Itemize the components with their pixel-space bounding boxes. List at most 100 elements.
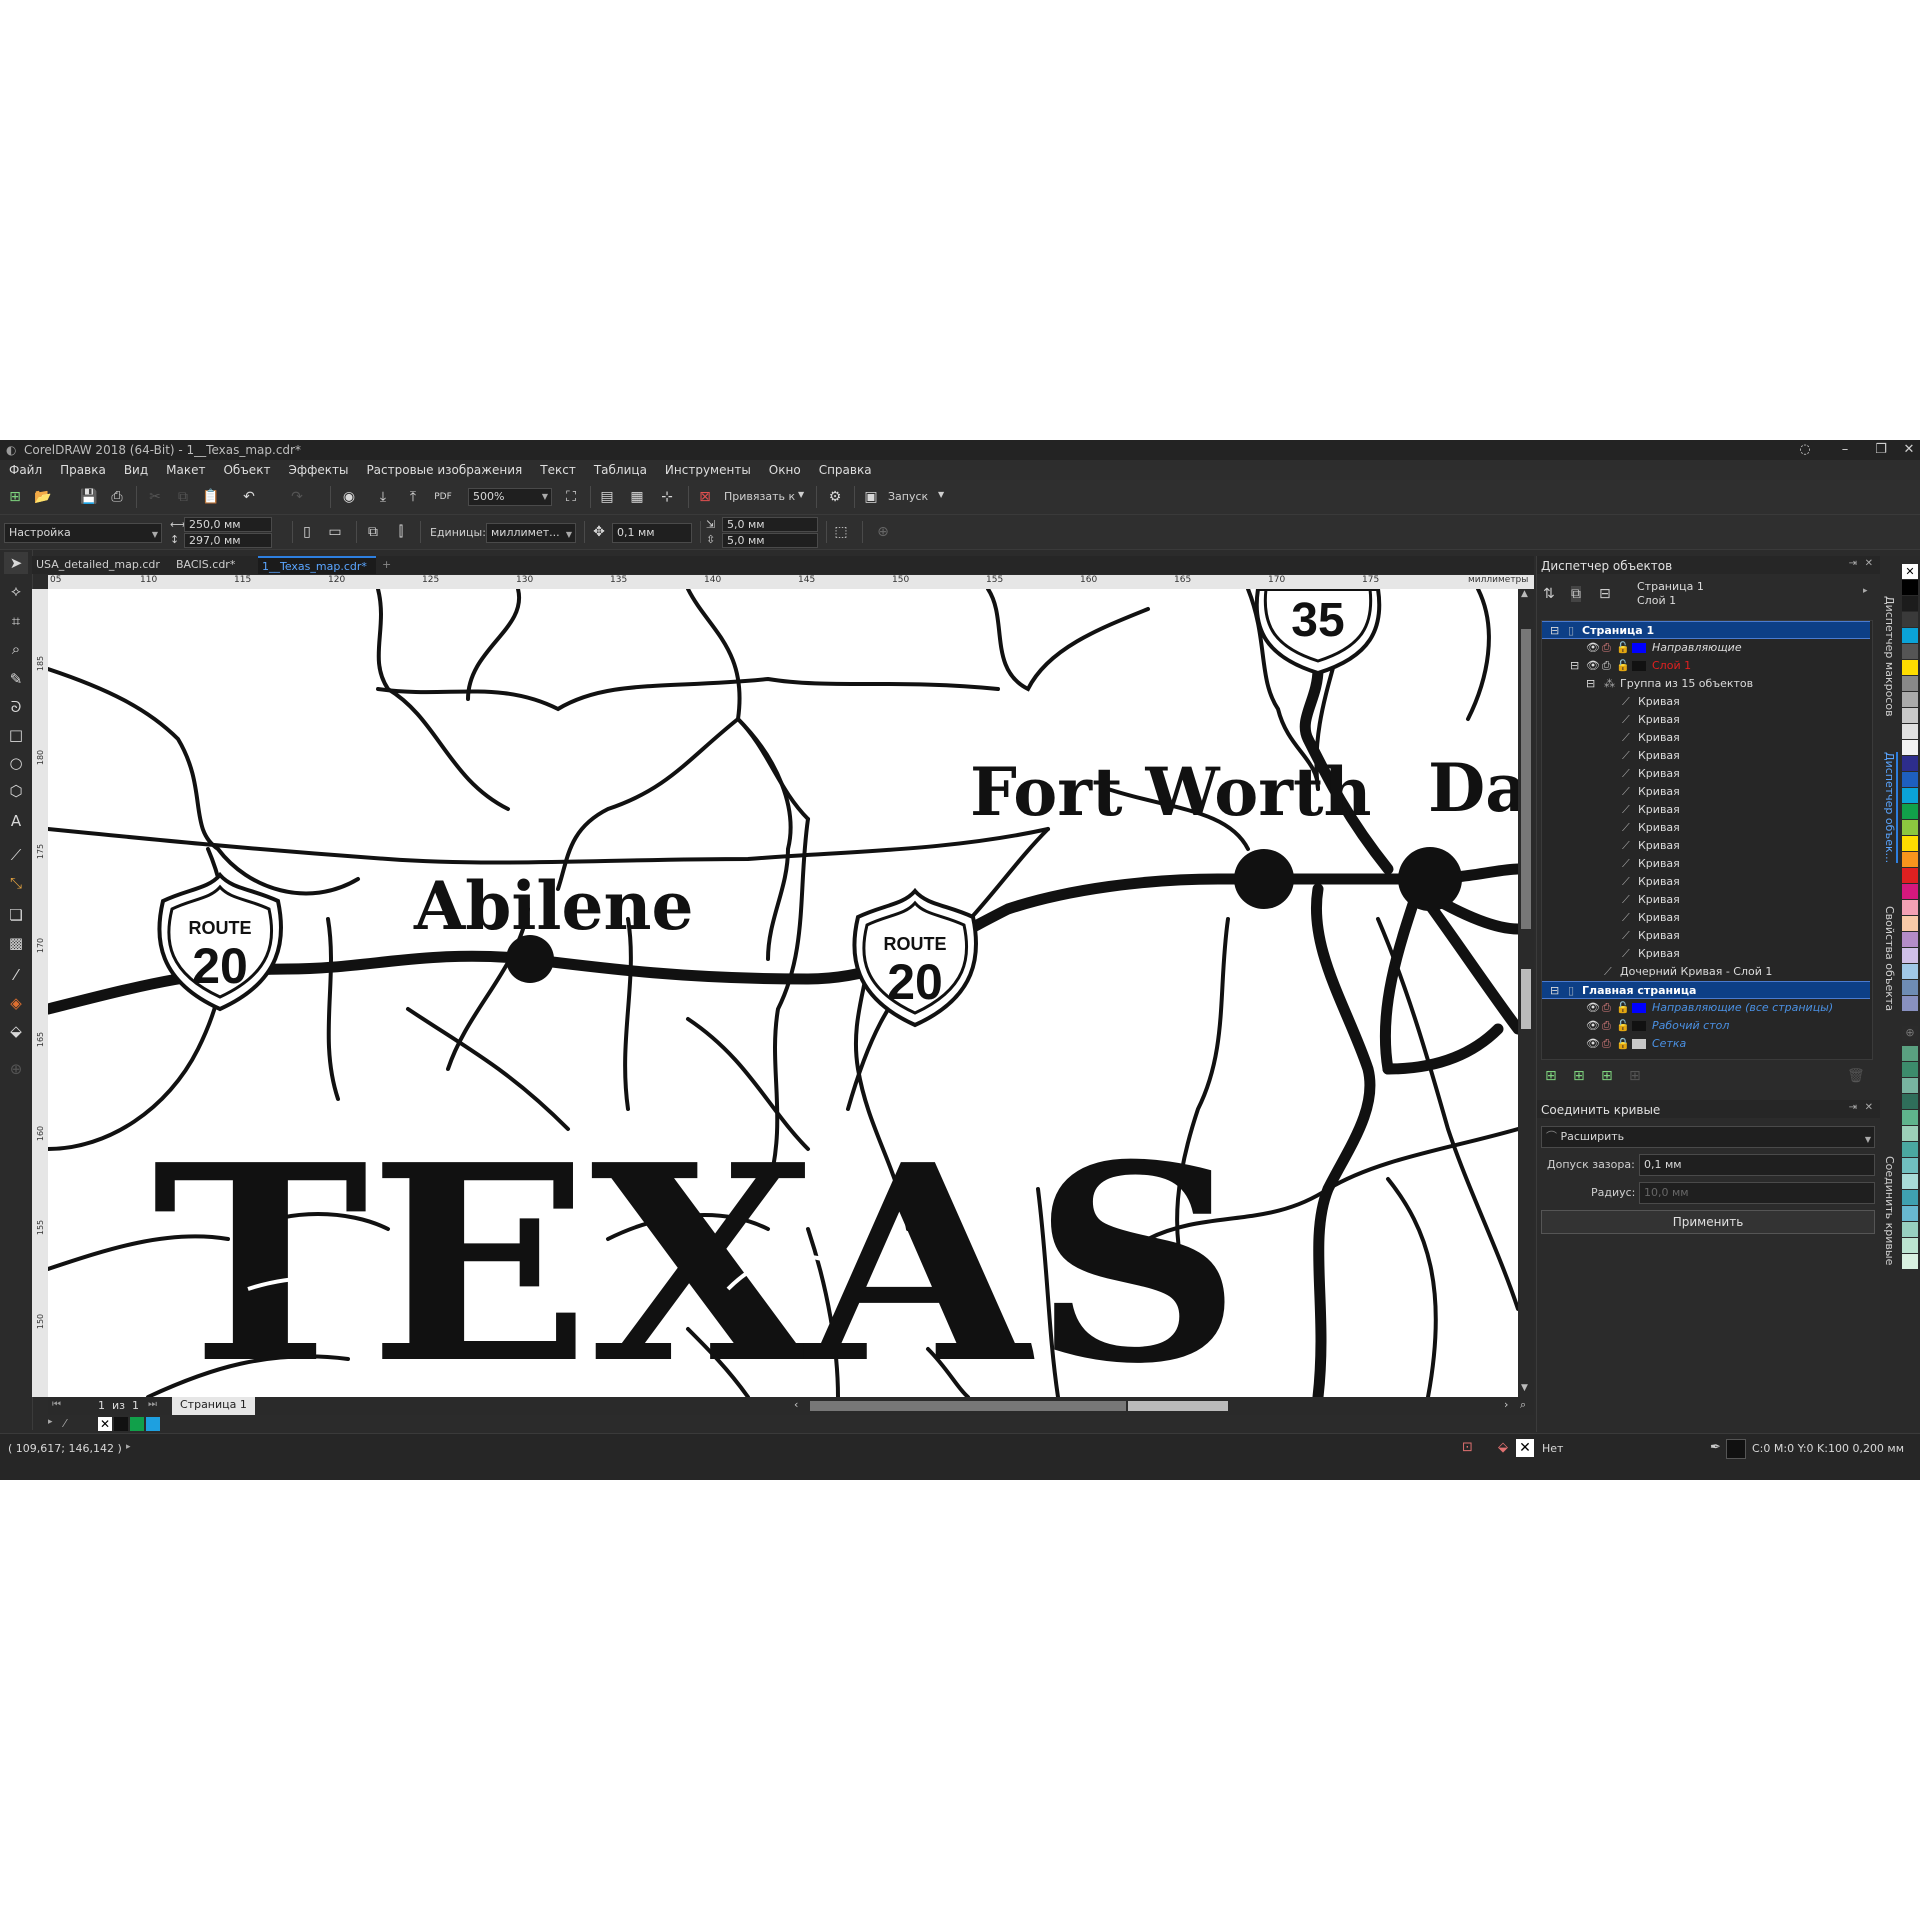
color-swatch[interactable] <box>1902 868 1918 883</box>
tree-row-layer-1[interactable]: ⊟ 👁 ⎙ 🔓 Слой 1 <box>1542 657 1870 675</box>
color-swatch[interactable] <box>1902 1046 1918 1061</box>
drop-shadow-icon[interactable]: ❏ <box>4 904 28 926</box>
color-swatch[interactable] <box>1902 804 1918 819</box>
no-color-swatch[interactable]: ✕ <box>1902 564 1918 579</box>
scroll-thumb-light[interactable] <box>1128 1401 1228 1411</box>
tree-row-curve[interactable]: ⟋ Кривая <box>1542 945 1870 963</box>
page-width-field[interactable]: 250,0 мм <box>184 517 272 532</box>
horizontal-ruler[interactable]: 05 110 115 120 125 130 135 140 145 150 1… <box>48 575 1534 590</box>
color-swatch[interactable] <box>1902 980 1918 995</box>
new-tab-icon[interactable]: + <box>378 556 396 574</box>
tab-macro-manager[interactable]: Диспетчер макросов <box>1883 596 1896 717</box>
snap-to-dropdown[interactable]: Привязать к <box>724 490 795 503</box>
open-icon[interactable]: 📂 <box>32 487 54 507</box>
collapse-box-icon[interactable]: ⊟ <box>1586 675 1595 693</box>
lock-icon[interactable]: 🔓 <box>1616 639 1630 657</box>
color-swatch[interactable] <box>1902 900 1918 915</box>
new-document-icon[interactable]: ⊞ <box>4 487 26 507</box>
menu-view[interactable]: Вид <box>115 460 157 477</box>
color-swatch[interactable] <box>1902 1062 1918 1077</box>
map-title-texas[interactable]: TEXAS <box>152 1105 1242 1397</box>
color-swatch[interactable] <box>1902 644 1918 659</box>
tab-object-properties[interactable]: Свойства объекта <box>1883 906 1896 1011</box>
tree-row-curve[interactable]: ⟋ Кривая <box>1542 693 1870 711</box>
printable-icon[interactable]: ⎙ <box>1602 657 1611 675</box>
visible-eye-icon[interactable]: 👁 <box>1586 639 1600 657</box>
guidelines-icon[interactable]: ⊹ <box>656 487 678 507</box>
collapse-box-icon[interactable]: ⊟ <box>1550 982 1559 1000</box>
collapse-box-icon[interactable]: ⊟ <box>1550 622 1559 640</box>
scroll-down-icon[interactable]: ▼ <box>1521 1383 1528 1393</box>
launch-dropdown[interactable]: Запуск <box>888 490 928 503</box>
duplicate-x-field[interactable]: 5,0 мм <box>722 517 818 532</box>
units-select[interactable]: миллимет... ▼ <box>486 523 576 543</box>
color-swatch[interactable] <box>1902 708 1918 723</box>
menu-text[interactable]: Текст <box>531 460 585 477</box>
tree-row-grid[interactable]: 👁 ⎙ 🔒 Сетка <box>1542 1035 1870 1053</box>
save-icon[interactable]: 💾 <box>78 487 100 507</box>
collapse-icon[interactable]: ⇥ <box>1849 1102 1857 1113</box>
color-swatch[interactable] <box>1902 836 1918 851</box>
vertical-ruler[interactable]: 185 180 175 170 165 160 155 150 <box>32 589 49 1397</box>
first-page-icon[interactable]: ⏮ <box>52 1399 61 1410</box>
color-swatch[interactable] <box>1902 852 1918 867</box>
menu-arrow-icon[interactable]: ▸ <box>1863 586 1868 596</box>
menu-layout[interactable]: Макет <box>157 460 214 477</box>
smart-fill-icon[interactable]: ⬙ <box>4 1020 28 1042</box>
scroll-thumb[interactable] <box>810 1401 1126 1411</box>
tree-row-child-curve[interactable]: ⟋ Дочерний Кривая - Слой 1 <box>1542 963 1870 981</box>
navigator-icon[interactable]: ⌕ <box>1520 1398 1526 1412</box>
export-icon[interactable]: ⤒ <box>402 487 424 507</box>
crop-tool-icon[interactable]: ⌗ <box>4 610 28 632</box>
status-arrow-icon[interactable]: ▸ <box>126 1442 131 1452</box>
delete-trash-icon[interactable]: 🗑 <box>1847 1068 1865 1084</box>
tab-texas-map[interactable]: 1__Texas_map.cdr* <box>258 556 376 574</box>
redo-icon[interactable]: ↷ <box>286 487 308 507</box>
text-tool-icon[interactable]: A <box>4 810 28 832</box>
color-swatch[interactable] <box>1902 772 1918 787</box>
printable-icon[interactable]: ⎙ <box>1602 639 1611 657</box>
lock-icon[interactable]: 🔒 <box>1616 1035 1630 1053</box>
pick-tool-icon[interactable]: ➤ <box>4 552 28 574</box>
layer-manager-icon[interactable]: ⊟ <box>1599 586 1611 602</box>
help-icon[interactable]: ◌ <box>1790 442 1820 458</box>
color-swatch[interactable] <box>1902 1126 1918 1141</box>
options-gear-icon[interactable]: ⚙ <box>824 487 846 507</box>
scroll-right-icon[interactable]: › <box>1504 1398 1508 1411</box>
tree-row-curve[interactable]: ⟋ Кривая <box>1542 891 1870 909</box>
page-preset-select[interactable]: Настройка ▼ <box>4 523 162 543</box>
color-swatch[interactable] <box>1902 580 1918 595</box>
zoom-tool-icon[interactable]: ⌕ <box>4 638 28 660</box>
color-swatch[interactable] <box>1902 788 1918 803</box>
grid-icon[interactable]: ▦ <box>626 487 648 507</box>
collapse-icon[interactable]: ⇥ <box>1849 558 1857 569</box>
color-swatch[interactable] <box>1902 964 1918 979</box>
fill-none-swatch[interactable]: ✕ <box>1516 1439 1534 1457</box>
tree-row-curve[interactable]: ⟋ Кривая <box>1542 837 1870 855</box>
new-master-odd-icon[interactable]: ⊞ <box>1629 1068 1641 1084</box>
black-swatch[interactable] <box>114 1417 128 1431</box>
color-swatch[interactable] <box>1902 628 1918 643</box>
menu-object[interactable]: Объект <box>214 460 279 477</box>
import-icon[interactable]: ⤓ <box>372 487 394 507</box>
new-master-all-pages-icon[interactable]: ⊞ <box>1601 1068 1613 1084</box>
connector-tool-icon[interactable]: ⤡ <box>4 872 28 894</box>
vertical-scrollbar[interactable]: ▲ ▼ <box>1518 589 1534 1397</box>
landscape-icon[interactable]: ▭ <box>324 522 346 542</box>
maximize-button[interactable]: ❐ <box>1866 442 1896 458</box>
no-color-swatch[interactable]: ✕ <box>98 1417 112 1431</box>
blue-swatch[interactable] <box>146 1417 160 1431</box>
menu-table[interactable]: Таблица <box>585 460 656 477</box>
undo-icon[interactable]: ↶ <box>238 487 260 507</box>
lock-icon[interactable]: 🔓 <box>1616 657 1630 675</box>
layer-view-icon[interactable]: ⇅ <box>1543 586 1555 602</box>
collapse-box-icon[interactable]: ⊟ <box>1570 657 1579 675</box>
polygon-tool-icon[interactable]: ⬡ <box>4 780 28 802</box>
color-swatch[interactable] <box>1902 692 1918 707</box>
palette-arrow-icon[interactable]: ▸ <box>48 1417 53 1427</box>
gap-tolerance-field[interactable]: 0,1 мм <box>1639 1154 1875 1176</box>
color-swatch[interactable] <box>1902 1238 1918 1253</box>
tree-row-curve[interactable]: ⟋ Кривая <box>1542 873 1870 891</box>
join-mode-select[interactable]: ⌒ Расширить ▼ <box>1541 1126 1875 1148</box>
zoom-level-field[interactable]: 500% ▼ <box>468 488 552 506</box>
